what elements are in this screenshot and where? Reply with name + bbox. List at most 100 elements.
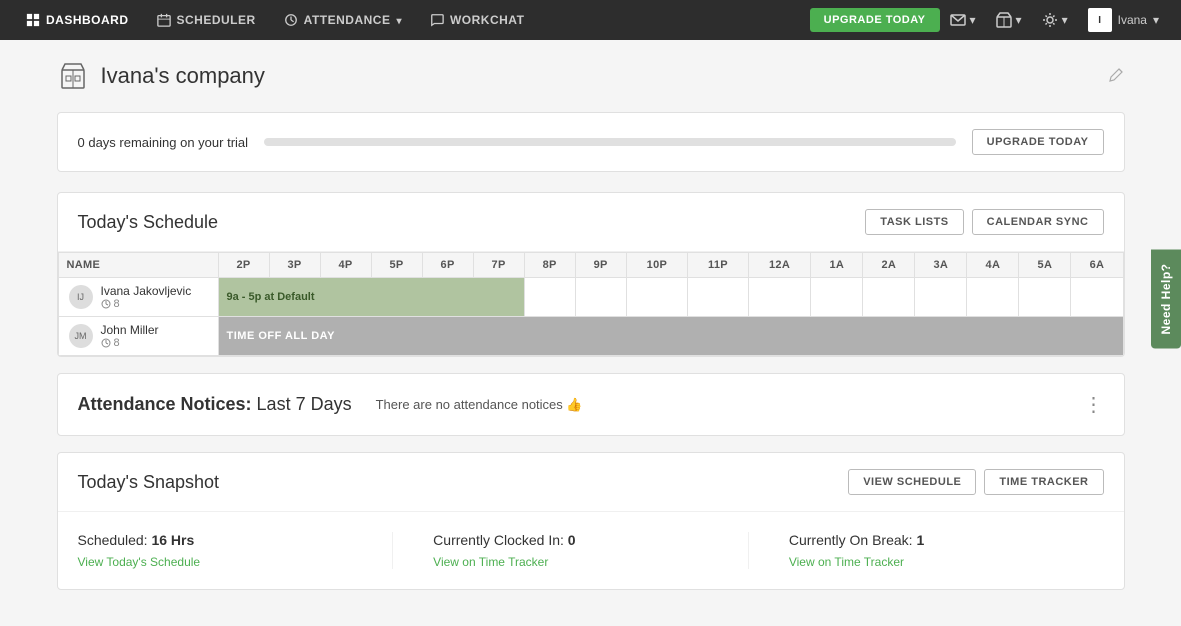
nav-user-menu[interactable]: I Ivana ▾ xyxy=(1078,0,1169,40)
view-schedule-link[interactable]: View Today's Schedule xyxy=(78,555,201,569)
empty-cell xyxy=(863,278,915,317)
empty-cell xyxy=(575,278,626,317)
nav-item-attendance[interactable]: ATTENDANCE xyxy=(270,0,416,40)
workchat-icon xyxy=(430,13,444,27)
store-chevron: ▾ xyxy=(1016,13,1022,27)
employee-row: JM John Miller 8 xyxy=(69,323,208,349)
nav-workchat-label: WORKCHAT xyxy=(450,13,524,27)
calendar-sync-button[interactable]: CALENDAR SYNC xyxy=(972,209,1104,235)
empty-cell xyxy=(915,278,967,317)
col-header-8p: 8P xyxy=(524,253,575,278)
company-icon xyxy=(57,60,89,92)
table-row: IJ Ivana Jakovljevic 8 xyxy=(58,278,1123,317)
trial-upgrade-button[interactable]: UPGRADE TODAY xyxy=(972,129,1104,155)
empty-cell xyxy=(967,278,1019,317)
snapshot-card: Today's Snapshot VIEW SCHEDULE TIME TRAC… xyxy=(57,452,1125,590)
top-navigation: DASHBOARD SCHEDULER ATTENDANCE WORKCHAT … xyxy=(0,0,1181,40)
schedule-card: Today's Schedule TASK LISTS CALENDAR SYN… xyxy=(57,192,1125,357)
nav-settings-button[interactable]: ▾ xyxy=(1032,0,1078,40)
schedule-table: NAME 2P 3P 4P 5P 6P 7P 8P 9P 10P 11P 12A… xyxy=(58,252,1124,356)
clocked-value: 0 xyxy=(568,532,576,548)
nav-upgrade-button[interactable]: UPGRADE TODAY xyxy=(810,8,940,32)
user-avatar: I xyxy=(1088,8,1112,32)
schedule-title: Today's Schedule xyxy=(78,212,219,233)
empty-cell xyxy=(748,278,811,317)
company-header: Ivana's company xyxy=(57,60,1125,92)
col-header-9p: 9P xyxy=(575,253,626,278)
employee-name: John Miller xyxy=(101,323,159,337)
scheduled-value: 16 Hrs xyxy=(151,532,194,548)
employee-row: IJ Ivana Jakovljevic 8 xyxy=(69,284,208,310)
col-header-11p: 11P xyxy=(688,253,749,278)
break-link[interactable]: View on Time Tracker xyxy=(789,555,904,569)
user-chevron: ▾ xyxy=(1153,13,1159,27)
empty-cell xyxy=(811,278,863,317)
col-header-5p: 5P xyxy=(371,253,422,278)
snapshot-stat-clocked: Currently Clocked In: 0 View on Time Tra… xyxy=(392,532,748,569)
nav-item-scheduler[interactable]: SCHEDULER xyxy=(143,0,270,40)
scheduled-label: Scheduled: 16 Hrs xyxy=(78,532,373,548)
time-off-bar: TIME OFF ALL DAY xyxy=(219,317,1123,355)
empty-cell xyxy=(1019,278,1071,317)
col-header-4p: 4P xyxy=(320,253,371,278)
task-lists-button[interactable]: TASK LISTS xyxy=(865,209,963,235)
nav-mail-button[interactable]: ▾ xyxy=(940,0,986,40)
col-header-5a: 5A xyxy=(1019,253,1071,278)
col-header-12a: 12A xyxy=(748,253,811,278)
edit-company-button[interactable] xyxy=(1109,66,1125,87)
snapshot-stat-break: Currently On Break: 1 View on Time Track… xyxy=(748,532,1104,569)
col-header-2a: 2A xyxy=(863,253,915,278)
nav-attendance-label: ATTENDANCE xyxy=(304,13,391,27)
nav-store-button[interactable]: ▾ xyxy=(986,0,1032,40)
break-label: Currently On Break: 1 xyxy=(789,532,1084,548)
col-header-name: NAME xyxy=(58,253,218,278)
empty-cell xyxy=(524,278,575,317)
col-header-3a: 3A xyxy=(915,253,967,278)
attendance-card: Attendance Notices: Last 7 Days There ar… xyxy=(57,373,1125,436)
empty-cell xyxy=(688,278,749,317)
empty-cell xyxy=(626,278,688,317)
schedule-actions: TASK LISTS CALENDAR SYNC xyxy=(865,209,1103,235)
snapshot-actions: VIEW SCHEDULE TIME TRACKER xyxy=(848,469,1103,495)
snapshot-content: Scheduled: 16 Hrs View Today's Schedule … xyxy=(58,512,1124,589)
avatar: JM xyxy=(69,324,93,348)
snapshot-stat-scheduled: Scheduled: 16 Hrs View Today's Schedule xyxy=(78,532,393,569)
settings-icon xyxy=(1042,12,1058,28)
col-header-1a: 1A xyxy=(811,253,863,278)
employee-name-cell: IJ Ivana Jakovljevic 8 xyxy=(58,278,218,317)
time-tracker-button[interactable]: TIME TRACKER xyxy=(984,469,1103,495)
break-value: 1 xyxy=(916,532,924,548)
attendance-dropdown-icon xyxy=(396,13,402,27)
main-content: Ivana's company 0 days remaining on your… xyxy=(41,40,1141,626)
attendance-title: Attendance Notices: Last 7 Days xyxy=(78,394,352,415)
table-row: JM John Miller 8 xyxy=(58,317,1123,356)
employee-info: John Miller 8 xyxy=(101,323,159,349)
employee-info: Ivana Jakovljevic 8 xyxy=(101,284,192,310)
employee-name-cell: JM John Miller 8 xyxy=(58,317,218,356)
col-header-10p: 10P xyxy=(626,253,688,278)
attendance-more-menu[interactable]: ⋮ xyxy=(1084,395,1104,415)
time-off-cell: TIME OFF ALL DAY xyxy=(218,317,1123,356)
avatar: IJ xyxy=(69,285,93,309)
mail-icon xyxy=(950,12,966,28)
employee-name: Ivana Jakovljevic xyxy=(101,284,192,298)
need-help-tab[interactable]: Need Help? xyxy=(1151,249,1181,348)
scheduler-icon xyxy=(157,13,171,27)
schedule-card-header: Today's Schedule TASK LISTS CALENDAR SYN… xyxy=(58,193,1124,252)
trial-text: 0 days remaining on your trial xyxy=(78,135,249,150)
nav-item-workchat[interactable]: WORKCHAT xyxy=(416,0,538,40)
schedule-table-wrapper: NAME 2P 3P 4P 5P 6P 7P 8P 9P 10P 11P 12A… xyxy=(58,252,1124,356)
trial-progress-bar xyxy=(264,138,956,146)
clock-icon xyxy=(101,299,111,309)
col-header-3p: 3P xyxy=(269,253,320,278)
view-schedule-button[interactable]: VIEW SCHEDULE xyxy=(848,469,976,495)
col-header-6a: 6A xyxy=(1071,253,1123,278)
col-header-6p: 6P xyxy=(422,253,473,278)
snapshot-title: Today's Snapshot xyxy=(78,472,220,493)
clocked-link[interactable]: View on Time Tracker xyxy=(433,555,548,569)
nav-item-dashboard[interactable]: DASHBOARD xyxy=(12,0,143,40)
clock-icon xyxy=(101,338,111,348)
clocked-label: Currently Clocked In: 0 xyxy=(433,532,728,548)
user-name: Ivana xyxy=(1118,13,1147,27)
shift-cell: 9a - 5p at Default xyxy=(218,278,524,317)
